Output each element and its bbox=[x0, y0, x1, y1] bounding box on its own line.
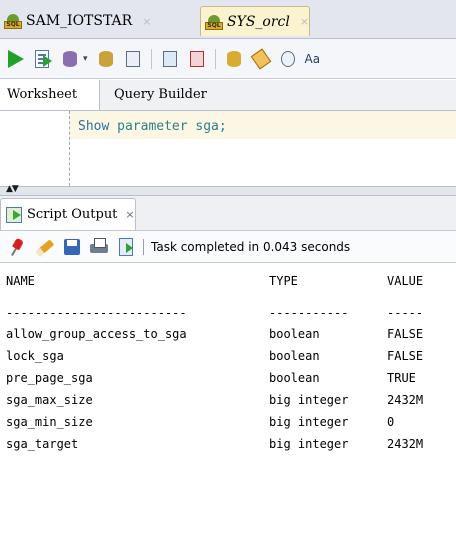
rollback-icon[interactable] bbox=[96, 49, 116, 69]
panel-splitter[interactable]: ▲▼ bbox=[0, 184, 456, 196]
close-tab-icon[interactable]: × bbox=[300, 15, 309, 28]
column-header-name: NAME bbox=[6, 274, 35, 288]
result-row: sga_max_size big integer 2432M bbox=[0, 390, 456, 410]
param-type: big integer bbox=[269, 437, 349, 451]
param-value: 2432M bbox=[387, 437, 424, 451]
script-output-icon bbox=[5, 206, 23, 224]
param-type: boolean bbox=[269, 371, 320, 385]
result-row: pre_page_sga boolean TRUE bbox=[0, 368, 456, 388]
run-statement-icon[interactable] bbox=[6, 49, 26, 69]
chevron-down-icon[interactable]: ▾ bbox=[83, 49, 88, 69]
param-name: sga_min_size bbox=[6, 415, 93, 429]
tab-sys-orcl[interactable]: SQL SYS_orcl × bbox=[200, 6, 310, 36]
sql-history-icon[interactable] bbox=[278, 49, 298, 69]
output-tab-strip: Script Output × bbox=[0, 196, 456, 231]
run-script-icon[interactable] bbox=[33, 49, 53, 69]
save-icon[interactable] bbox=[62, 237, 82, 257]
param-value: 0 bbox=[387, 415, 395, 429]
column-header-type: TYPE bbox=[269, 274, 298, 288]
tab-query-builder[interactable]: Query Builder bbox=[114, 80, 207, 110]
tab-label: Script Output bbox=[27, 207, 118, 222]
run-script-icon[interactable] bbox=[116, 237, 136, 257]
tab-label: SAM_IOTSTAR bbox=[26, 13, 133, 29]
toolbar-separator bbox=[143, 238, 144, 255]
editor-mode-tabs: Worksheet Query Builder bbox=[0, 80, 456, 111]
task-status-text: Task completed in 0.043 seconds bbox=[151, 239, 351, 254]
pin-icon[interactable] bbox=[8, 237, 28, 257]
separator: ----- bbox=[387, 306, 424, 320]
explain-plan-icon[interactable] bbox=[160, 49, 180, 69]
param-name: pre_page_sga bbox=[6, 371, 93, 385]
tab-label: SYS_orcl bbox=[227, 13, 290, 30]
param-type: big integer bbox=[269, 415, 349, 429]
tab-worksheet[interactable]: Worksheet bbox=[0, 80, 100, 110]
result-row: sga_min_size big integer 0 bbox=[0, 412, 456, 432]
print-icon[interactable] bbox=[89, 237, 109, 257]
database-connection-icon: SQL bbox=[4, 12, 22, 30]
param-value: FALSE bbox=[387, 349, 424, 363]
database-connection-icon: SQL bbox=[205, 13, 223, 31]
close-tab-icon[interactable]: × bbox=[125, 208, 134, 221]
tab-script-output[interactable]: Script Output × bbox=[0, 198, 136, 230]
autotrace-icon[interactable] bbox=[123, 49, 143, 69]
close-tab-icon[interactable]: × bbox=[142, 15, 151, 28]
output-toolbar: Task completed in 0.043 seconds bbox=[0, 231, 456, 263]
worksheet-toolbar: ▾ Aa bbox=[0, 39, 456, 79]
param-name: sga_target bbox=[6, 437, 79, 451]
separator: ----------- bbox=[269, 306, 349, 320]
sql-worksheet-icon[interactable] bbox=[224, 49, 244, 69]
toolbar-separator bbox=[214, 48, 216, 69]
toolbar-separator bbox=[150, 48, 152, 69]
script-output-results: NAME TYPE VALUE ------------------------… bbox=[0, 264, 456, 488]
sql-tuning-icon[interactable] bbox=[187, 49, 207, 69]
connection-tab-strip: SQL SAM_IOTSTAR × SQL SYS_orcl × bbox=[0, 0, 456, 39]
clear-output-icon[interactable] bbox=[35, 237, 55, 257]
result-separator-row: ------------------------- ----------- --… bbox=[0, 303, 456, 323]
commit-icon[interactable] bbox=[60, 49, 80, 69]
param-value: 2432M bbox=[387, 393, 424, 407]
line-gutter bbox=[0, 111, 70, 186]
param-name: sga_max_size bbox=[6, 393, 93, 407]
sql-code-line[interactable]: Show parameter sga; bbox=[78, 119, 227, 134]
tab-sam-iotstar[interactable]: SQL SAM_IOTSTAR × bbox=[0, 6, 190, 36]
sql-keyword: Show bbox=[78, 119, 110, 134]
param-type: boolean bbox=[269, 349, 320, 363]
result-header-row: NAME TYPE VALUE bbox=[0, 271, 456, 291]
param-type: boolean bbox=[269, 327, 320, 341]
sql-editor[interactable]: Show parameter sga; bbox=[0, 111, 456, 186]
param-value: TRUE bbox=[387, 371, 416, 385]
font-case-button[interactable]: Aa bbox=[305, 49, 321, 69]
param-value: FALSE bbox=[387, 327, 424, 341]
clear-icon[interactable] bbox=[250, 47, 271, 70]
column-header-value: VALUE bbox=[387, 274, 424, 288]
param-name: allow_group_access_to_sga bbox=[6, 327, 187, 341]
result-row: allow_group_access_to_sga boolean FALSE bbox=[0, 324, 456, 344]
param-type: big integer bbox=[269, 393, 349, 407]
param-name: lock_sga bbox=[6, 349, 64, 363]
result-row: sga_target big integer 2432M bbox=[0, 434, 456, 454]
sql-statement-rest: parameter sga; bbox=[109, 119, 227, 134]
result-row: lock_sga boolean FALSE bbox=[0, 346, 456, 366]
collapse-expand-icon[interactable]: ▲▼ bbox=[6, 184, 19, 194]
separator: ------------------------- bbox=[6, 306, 187, 320]
